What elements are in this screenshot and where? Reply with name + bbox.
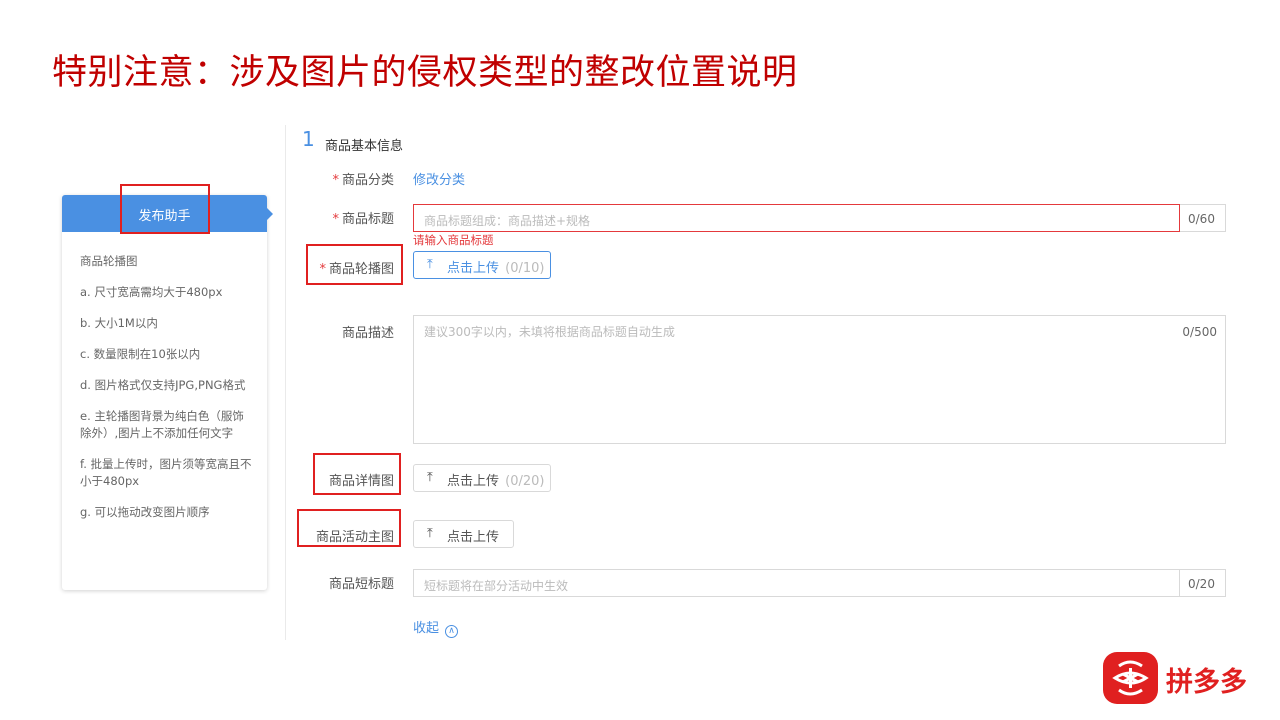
helper-tip: c. 数量限制在10张以内 [80,347,201,361]
chevron-up-circle-icon: ∧ [445,625,459,638]
title-input[interactable]: 商品标题组成：商品描述+规格 [413,204,1180,232]
detail-count: (0/20) [505,474,545,489]
title-error: 请输入商品标题 [413,233,494,247]
highlight-box-detail [313,453,401,495]
description-label: 商品描述 [341,326,394,341]
helper-tip: 商品轮播图 [80,254,138,268]
pinduoduo-logo-icon [1103,652,1158,704]
category-label: * 商品分类 [332,173,394,188]
upload-icon: ⤒ [427,526,433,541]
short-title-label: 商品短标题 [328,577,394,592]
slide-title: 特别注意：涉及图片的侵权类型的整改位置说明 [52,53,798,93]
detail-upload-button[interactable]: ⤒ 点击上传 (0/20) [413,464,551,492]
helper-arrow-icon [267,208,273,220]
publish-helper-panel: 发布助手 商品轮播图 a. 尺寸宽高需均大于480px b. 大小1M以内 c.… [62,195,273,590]
helper-tip: b. 大小1M以内 [80,316,158,330]
title-placeholder: 商品标题组成：商品描述+规格 [424,214,591,228]
description-placeholder: 建议300字以内，未填将根据商品标题自动生成 [424,325,675,339]
description-textarea[interactable]: 建议300字以内，未填将根据商品标题自动生成 0/500 [413,315,1226,444]
highlight-box-carousel [306,244,403,285]
carousel-upload-button[interactable]: ⤒ 点击上传 (0/10) [413,251,551,279]
short-title-counter-box: 0/20 [1180,569,1226,597]
title-counter: 0/60 [1188,212,1215,226]
helper-tips: 商品轮播图 a. 尺寸宽高需均大于480px b. 大小1M以内 c. 数量限制… [80,253,255,535]
short-title-input[interactable]: 短标题将在部分活动中生效 [413,569,1180,597]
activity-upload-button[interactable]: ⤒ 点击上传 [413,520,514,548]
title-counter-box: 0/60 [1180,204,1226,232]
modify-category-link[interactable]: 修改分类 [413,169,465,188]
collapse-label: 收起 [413,621,440,636]
highlight-box-helper [120,184,210,234]
vertical-divider [285,125,286,640]
section-number: 1 [302,127,315,151]
collapse-button[interactable]: 收起 ∧ [413,617,459,638]
short-title-counter: 0/20 [1188,577,1215,591]
carousel-count: (0/10) [505,261,545,276]
brand-name: 拼多多 [1166,667,1247,698]
upload-icon: ⤒ [427,470,433,485]
helper-tip: g. 可以拖动改变图片顺序 [80,505,210,519]
helper-tip: d. 图片格式仅支持JPG,PNG格式 [80,378,246,392]
helper-tip: f. 批量上传时，图片须等宽高且不小于480px [80,457,252,488]
short-title-placeholder: 短标题将在部分活动中生效 [424,579,569,593]
title-label: * 商品标题 [332,212,394,227]
highlight-box-activity [297,509,401,547]
helper-tip: a. 尺寸宽高需均大于480px [80,285,223,299]
section-title: 商品基本信息 [325,139,404,154]
description-counter: 0/500 [1182,325,1217,339]
upload-icon: ⤒ [427,257,433,272]
helper-tip: e. 主轮播图背景为纯白色（服饰除外）,图片上不添加任何文字 [80,409,244,440]
